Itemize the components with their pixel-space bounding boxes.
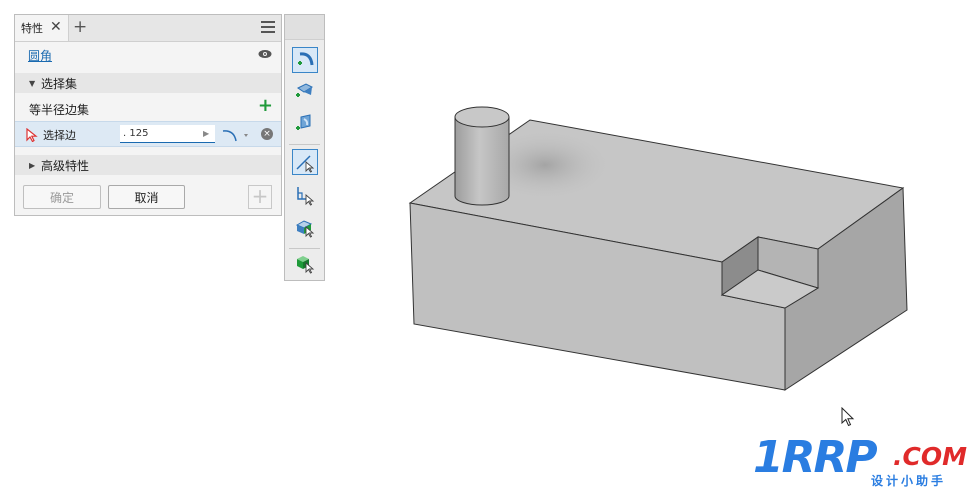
properties-panel: 特性 ✕ + 圆角 ▼ 选择集 等半径边集 + 选择边 ▶ × ▶	[14, 14, 282, 216]
selection-set-section-header[interactable]: ▼ 选择集	[15, 73, 281, 93]
select-solid-tool-icon[interactable]	[292, 251, 318, 277]
collapse-triangle-icon[interactable]: ▼	[29, 79, 35, 88]
cancel-button[interactable]: 取消	[108, 185, 185, 209]
face-fillet-tool-icon[interactable]	[292, 79, 318, 105]
mini-toolbar	[284, 14, 325, 281]
fillet-edge-tool-icon[interactable]	[292, 47, 318, 73]
radius-set-row: 等半径边集 +	[15, 95, 281, 119]
watermark-subtitle: 设计小助手	[871, 474, 947, 488]
select-edge-label: 选择边	[43, 129, 76, 142]
radius-input[interactable]	[120, 125, 215, 143]
select-loop-tool-icon[interactable]	[292, 183, 318, 209]
fillet-profile-dropdown-icon[interactable]	[220, 126, 254, 144]
hamburger-menu-icon[interactable]	[261, 21, 275, 33]
close-tab-icon[interactable]: ✕	[50, 19, 62, 35]
add-tab-icon[interactable]: +	[73, 17, 87, 37]
mouse-cursor-icon	[841, 407, 855, 427]
watermark-brand: 1RRP	[753, 432, 878, 483]
expand-triangle-icon[interactable]: ▶	[29, 161, 35, 170]
part-model	[408, 106, 908, 391]
ok-button[interactable]: 确定	[23, 185, 101, 209]
watermark-domain: .COM	[893, 442, 967, 471]
feature-name-row: 圆角	[15, 43, 281, 67]
apply-button[interactable]: +	[248, 185, 272, 209]
tab-properties-label: 特性	[21, 22, 43, 35]
advanced-properties-title: 高级特性	[41, 159, 90, 173]
feature-name-link[interactable]: 圆角	[28, 47, 52, 64]
toolbar-separator	[289, 144, 320, 145]
select-edge-tool-icon[interactable]	[292, 149, 318, 175]
select-edge-row[interactable]: 选择边 ▶ ×	[15, 121, 281, 147]
panel-tab-bar: 特性 ✕ +	[15, 15, 281, 42]
eye-icon[interactable]	[258, 49, 272, 59]
clear-selection-icon[interactable]: ×	[261, 128, 273, 140]
select-arrow-icon	[26, 128, 38, 142]
select-feature-tool-icon[interactable]	[292, 215, 318, 241]
toolbar-separator	[289, 248, 320, 249]
site-watermark: 1RRP .COM 设计小助手	[753, 432, 967, 489]
full-round-fillet-tool-icon[interactable]	[292, 111, 318, 137]
mini-toolbar-header	[285, 15, 324, 40]
selection-set-title: 选择集	[41, 77, 78, 91]
advanced-section-header[interactable]: ▶ 高级特性	[15, 155, 281, 175]
spin-arrow-icon[interactable]: ▶	[203, 129, 209, 138]
radius-set-label: 等半径边集	[29, 103, 90, 117]
model-viewport[interactable]	[330, 0, 980, 488]
add-set-icon[interactable]: +	[258, 95, 273, 116]
